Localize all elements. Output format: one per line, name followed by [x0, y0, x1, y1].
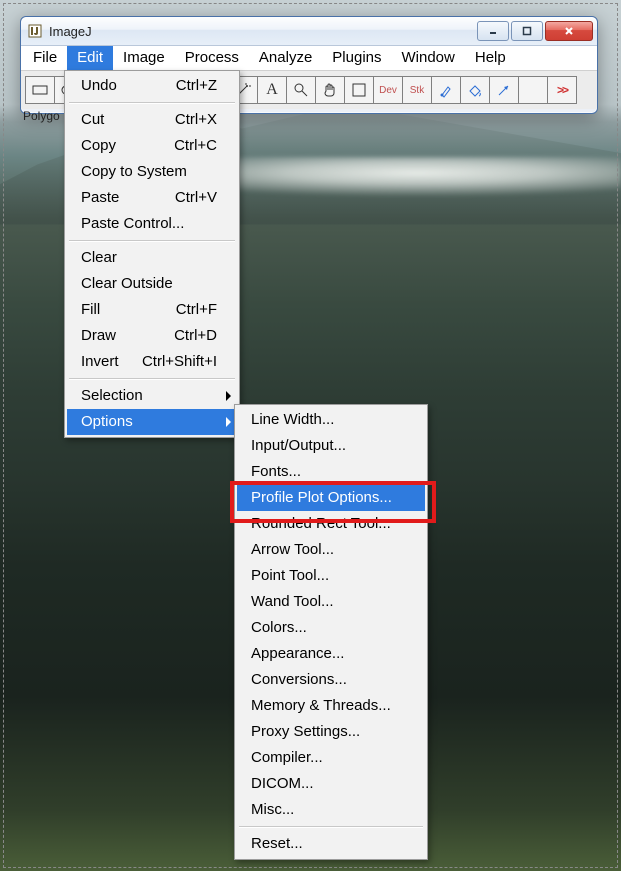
tool-arrow[interactable] — [489, 76, 519, 104]
tool-stk[interactable]: Stk — [402, 76, 432, 104]
mi-input-output[interactable]: Input/Output... — [237, 433, 425, 459]
menu-edit[interactable]: Edit — [67, 46, 113, 70]
mi-colors[interactable]: Colors... — [237, 615, 425, 641]
separator — [69, 378, 235, 380]
separator — [69, 102, 235, 104]
window-buttons — [477, 21, 593, 41]
menu-process[interactable]: Process — [175, 46, 249, 70]
mi-proxy-settings[interactable]: Proxy Settings... — [237, 719, 425, 745]
maximize-button[interactable] — [511, 21, 543, 41]
mi-draw[interactable]: DrawCtrl+D — [67, 323, 237, 349]
edit-dropdown: UndoCtrl+Z CutCtrl+X CopyCtrl+C Copy to … — [64, 70, 240, 438]
mi-rounded-rect-tool[interactable]: Rounded Rect Tool... — [237, 511, 425, 537]
mi-paste-control[interactable]: Paste Control... — [67, 211, 237, 237]
mi-compiler[interactable]: Compiler... — [237, 745, 425, 771]
mi-fonts[interactable]: Fonts... — [237, 459, 425, 485]
menu-analyze[interactable]: Analyze — [249, 46, 322, 70]
mi-fill[interactable]: FillCtrl+F — [67, 297, 237, 323]
tool-dev[interactable]: Dev — [373, 76, 403, 104]
separator — [69, 240, 235, 242]
mi-profile-plot-options[interactable]: Profile Plot Options... — [237, 485, 425, 511]
tool-hand[interactable] — [315, 76, 345, 104]
mi-invert[interactable]: InvertCtrl+Shift+I — [67, 349, 237, 375]
minimize-button[interactable] — [477, 21, 509, 41]
tool-text[interactable]: A — [257, 76, 287, 104]
mi-copy[interactable]: CopyCtrl+C — [67, 133, 237, 159]
mi-paste[interactable]: PasteCtrl+V — [67, 185, 237, 211]
mi-copy-to-system[interactable]: Copy to System — [67, 159, 237, 185]
mi-conversions[interactable]: Conversions... — [237, 667, 425, 693]
window-title: ImageJ — [49, 24, 477, 39]
titlebar[interactable]: ImageJ — [21, 17, 597, 46]
separator — [239, 826, 423, 828]
options-dropdown: Line Width... Input/Output... Fonts... P… — [234, 404, 428, 860]
mi-reset[interactable]: Reset... — [237, 831, 425, 857]
imagej-icon — [27, 23, 43, 39]
menu-window[interactable]: Window — [392, 46, 465, 70]
menu-help[interactable]: Help — [465, 46, 516, 70]
mi-wand-tool[interactable]: Wand Tool... — [237, 589, 425, 615]
mi-undo[interactable]: UndoCtrl+Z — [67, 73, 237, 99]
mi-line-width[interactable]: Line Width... — [237, 407, 425, 433]
mi-selection[interactable]: Selection — [67, 383, 237, 409]
mi-point-tool[interactable]: Point Tool... — [237, 563, 425, 589]
tool-more-arrows[interactable]: >> — [547, 76, 577, 104]
mi-dicom[interactable]: DICOM... — [237, 771, 425, 797]
status-text: Polygo — [23, 109, 60, 123]
menu-file[interactable]: File — [23, 46, 67, 70]
tool-flood[interactable] — [460, 76, 490, 104]
menu-image[interactable]: Image — [113, 46, 175, 70]
tool-rect[interactable] — [25, 76, 55, 104]
tool-extra[interactable] — [518, 76, 548, 104]
tool-color-picker[interactable] — [344, 76, 374, 104]
mi-memory-threads[interactable]: Memory & Threads... — [237, 693, 425, 719]
close-button[interactable] — [545, 21, 593, 41]
mi-appearance[interactable]: Appearance... — [237, 641, 425, 667]
mi-cut[interactable]: CutCtrl+X — [67, 107, 237, 133]
tool-zoom[interactable] — [286, 76, 316, 104]
tool-brush[interactable] — [431, 76, 461, 104]
menu-plugins[interactable]: Plugins — [322, 46, 391, 70]
menubar: File Edit Image Process Analyze Plugins … — [21, 46, 597, 70]
mi-clear-outside[interactable]: Clear Outside — [67, 271, 237, 297]
mi-clear[interactable]: Clear — [67, 245, 237, 271]
mi-options[interactable]: Options — [67, 409, 237, 435]
mi-arrow-tool[interactable]: Arrow Tool... — [237, 537, 425, 563]
mi-misc[interactable]: Misc... — [237, 797, 425, 823]
